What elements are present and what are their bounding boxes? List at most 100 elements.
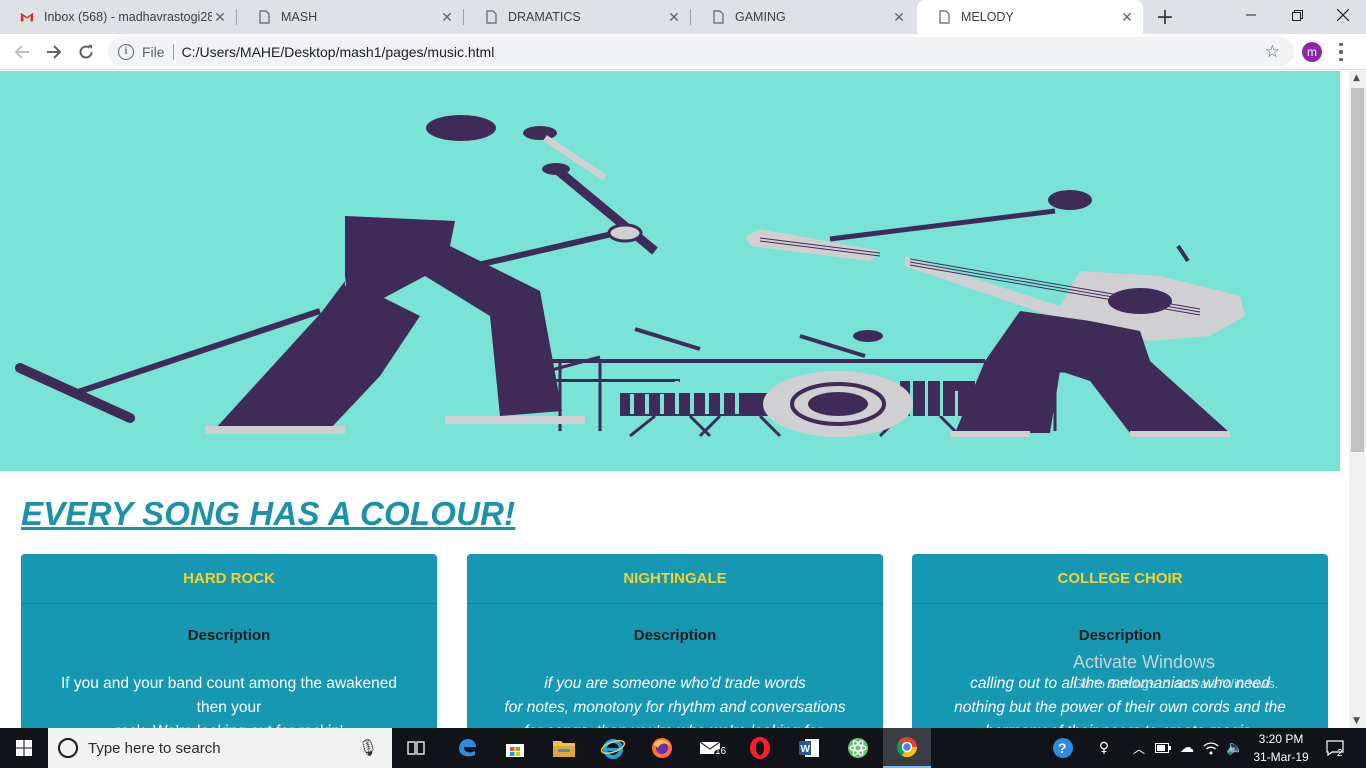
card-description: if you are someone who'd trade words for… [467,672,883,728]
internet-explorer-icon[interactable] [589,728,637,768]
tab-melody[interactable]: MELODY ✕ [917,0,1143,34]
svg-text:?: ? [1058,740,1067,756]
card-description-label: Description [1078,627,1162,644]
close-icon[interactable]: ✕ [439,9,455,25]
browser-toolbar: i File C:/Users/MAHE/Desktop/mash1/pages… [0,34,1366,70]
card-line: then your [196,699,262,716]
onedrive-icon[interactable]: ☁ [1176,728,1198,768]
microphone-icon[interactable]: 🎙 [358,738,378,758]
bass-drum [763,371,913,437]
windows-taskbar: Type here to search 🎙 16 W ? ♀ ︿ ☁ 🔈 3:2… [0,728,1366,768]
task-view-icon[interactable] [392,728,440,768]
mail-badge: 16 [715,746,727,757]
minimize-button[interactable] [1228,0,1274,30]
activate-windows-watermark: Activate Windows [1073,652,1216,672]
page-icon [257,10,271,24]
hero-band-illustration [0,71,1340,471]
info-icon[interactable]: i [118,43,134,60]
singer-figure [15,115,585,434]
notification-count: 2 [1337,748,1343,759]
volume-icon[interactable]: 🔈 [1224,728,1246,768]
svg-text:W: W [801,744,811,755]
wifi-icon[interactable] [1200,728,1222,768]
card-college-choir: COLLEGE CHOIR Description calling out to… [912,554,1328,728]
url-scheme: File [142,43,165,60]
page-icon [711,10,725,24]
card-line: nothing but the power of their own cords… [954,699,1286,716]
card-line: for songs, then you're who we're looking… [467,720,883,728]
search-placeholder: Type here to search [88,739,221,757]
scroll-up-icon[interactable]: ▲ [1353,73,1360,83]
close-icon[interactable]: ✕ [212,9,228,25]
reload-button[interactable] [72,38,100,66]
card-hard-rock: HARD ROCK Description If you and your ba… [21,554,437,728]
file-explorer-icon[interactable] [540,728,588,768]
chevron-up-icon[interactable]: ︿ [1130,728,1148,768]
tab-gmail[interactable]: Inbox (568) - madhavrastogi28 ✕ [0,0,236,34]
page-icon [937,10,951,24]
tab-title: Inbox (568) - madhavrastogi28 [44,10,212,24]
page-headline: EVERY SONG HAS A COLOUR! [21,495,516,532]
card-description-label: Description [633,627,717,644]
band-illustration [15,115,1245,438]
card-title: COLLEGE CHOIR [912,554,1328,604]
tab-mash[interactable]: MASH ✕ [237,0,463,34]
tab-gaming[interactable]: GAMING ✕ [691,0,915,34]
store-icon[interactable] [491,728,539,768]
help-icon[interactable]: ? [1048,728,1078,768]
tab-title: DRAMATICS [508,10,581,24]
firefox-icon[interactable] [638,728,686,768]
card-line: for notes, monotony for rhythm and conve… [504,699,846,716]
taskbar-search[interactable]: Type here to search 🎙 [48,728,392,768]
mail-icon[interactable]: 16 [687,728,735,768]
card-line: harmony of their peers to create magic. [912,720,1328,728]
close-icon[interactable]: ✕ [666,9,682,25]
url-text[interactable]: C:/Users/MAHE/Desktop/mash1/pages/music.… [182,44,495,60]
back-button[interactable] [8,38,36,66]
close-icon[interactable]: ✕ [1119,9,1135,25]
clock-time: 3:20 PM [1258,732,1304,746]
new-tab-button[interactable]: + [1153,5,1177,30]
bookmark-star-icon[interactable]: ☆ [1265,42,1280,62]
card-description-label: Description [187,627,271,644]
activate-windows-subtext: Go to Settings to activate Windows. [1073,676,1279,691]
cortana-icon [58,738,78,758]
tab-title: MELODY [961,10,1014,24]
page-content: EVERY SONG HAS A COLOUR! HARD ROCK Descr… [0,71,1349,728]
restore-button[interactable] [1274,0,1320,30]
opera-icon[interactable] [736,728,784,768]
clock-date: 31-Mar-19 [1253,750,1309,764]
gmail-icon [20,10,34,24]
forward-button[interactable] [40,38,68,66]
card-title: HARD ROCK [21,554,437,604]
edge-icon[interactable] [443,728,491,768]
start-button[interactable] [0,728,48,768]
address-bar[interactable]: i File C:/Users/MAHE/Desktop/mash1/pages… [108,37,1294,66]
taskbar-clock[interactable]: 3:20 PM 31-Mar-19 [1248,730,1314,766]
word-icon[interactable]: W [785,728,833,768]
menu-icon[interactable] [1336,41,1346,63]
notification-center-icon[interactable]: 2 [1320,728,1350,768]
tab-dramatics[interactable]: DRAMATICS ✕ [464,0,690,34]
tab-strip: Inbox (568) - madhavrastogi28 ✕ MASH ✕ D… [0,0,1366,34]
profile-avatar[interactable]: m [1302,42,1322,62]
battery-icon[interactable] [1152,728,1174,768]
tab-title: GAMING [735,10,786,24]
scroll-down-icon[interactable]: ▼ [1353,716,1360,726]
chrome-icon[interactable] [883,728,931,768]
vertical-scrollbar[interactable]: ▲ ▼ [1349,71,1366,728]
card-title: NIGHTINGALE [467,554,883,604]
close-window-button[interactable] [1320,0,1366,30]
tab-title: MASH [281,10,318,24]
page-icon [484,10,498,24]
card-nightingale: NIGHTINGALE Description if you are someo… [467,554,883,728]
card-line: If you and your band count among the awa… [60,675,398,692]
windows-logo-icon [16,740,32,756]
people-icon[interactable]: ♀ [1092,728,1116,768]
close-icon[interactable]: ✕ [891,9,907,25]
card-description: If you and your band count among the awa… [21,672,437,728]
card-line: if you are someone who'd trade words [544,675,806,692]
scrollbar-thumb[interactable] [1351,88,1364,452]
url-divider [172,43,174,60]
atom-icon[interactable] [834,728,882,768]
